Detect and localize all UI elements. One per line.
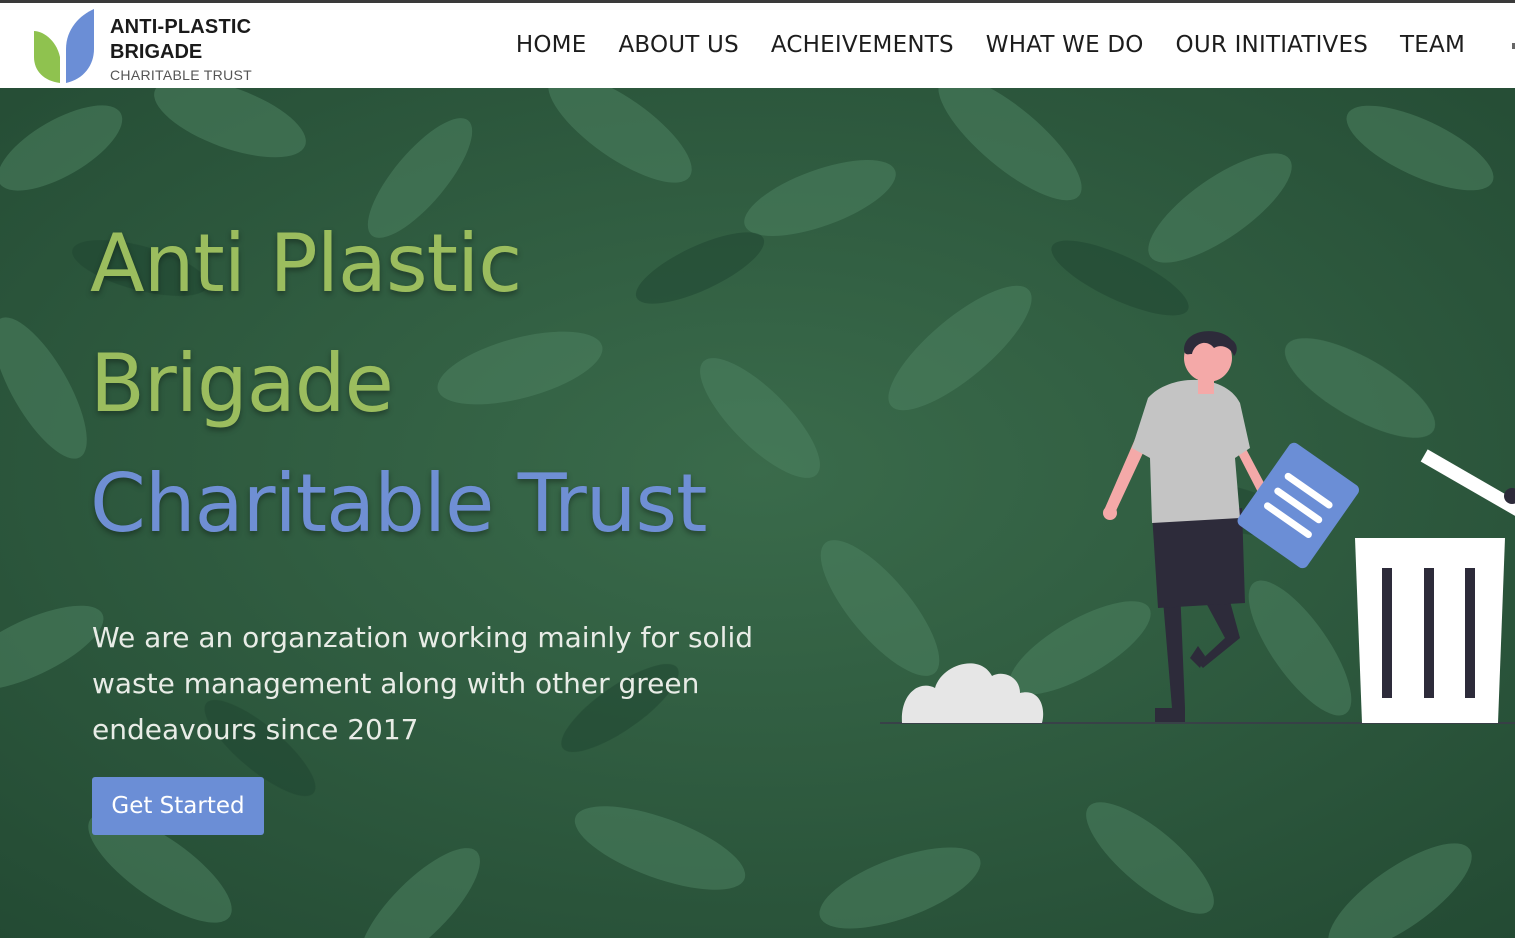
brand-name-line1: ANTI-PLASTIC [110,16,252,38]
page: ANTI-PLASTIC BRIGADE CHARITABLE TRUST HO… [0,0,1515,938]
person-recycling-illustration [880,331,1515,724]
brand-logo[interactable]: ANTI-PLASTIC BRIGADE CHARITABLE TRUST [32,9,272,85]
nav-team[interactable]: TEAM [1384,31,1481,59]
main-nav: HOME ABOUT US ACHEIVEMENTS WHAT WE DO OU… [500,31,1481,59]
nav-acheivements[interactable]: ACHEIVEMENTS [755,31,970,59]
brand-tagline: CHARITABLE TRUST [110,67,252,83]
site-header: ANTI-PLASTIC BRIGADE CHARITABLE TRUST HO… [0,3,1515,88]
brand-name-line2: BRIGADE [110,41,203,63]
hero-subtitle: We are an organzation working mainly for… [92,621,753,746]
nav-about-us[interactable]: ABOUT US [602,31,754,59]
nav-home[interactable]: HOME [500,31,603,59]
hero-title-line3: Charitable Trust [90,457,707,550]
hero-title-line1: Anti Plastic [90,217,522,310]
nav-what-we-do[interactable]: WHAT WE DO [970,31,1160,59]
hero-section: Anti Plastic Brigade Charitable Trust We… [0,88,1515,938]
hero-title-line2: Brigade [90,337,394,430]
nav-our-initiatives[interactable]: OUR INITIATIVES [1160,31,1384,59]
leaf-logo-icon [34,9,94,83]
get-started-button[interactable]: Get Started [92,777,264,835]
